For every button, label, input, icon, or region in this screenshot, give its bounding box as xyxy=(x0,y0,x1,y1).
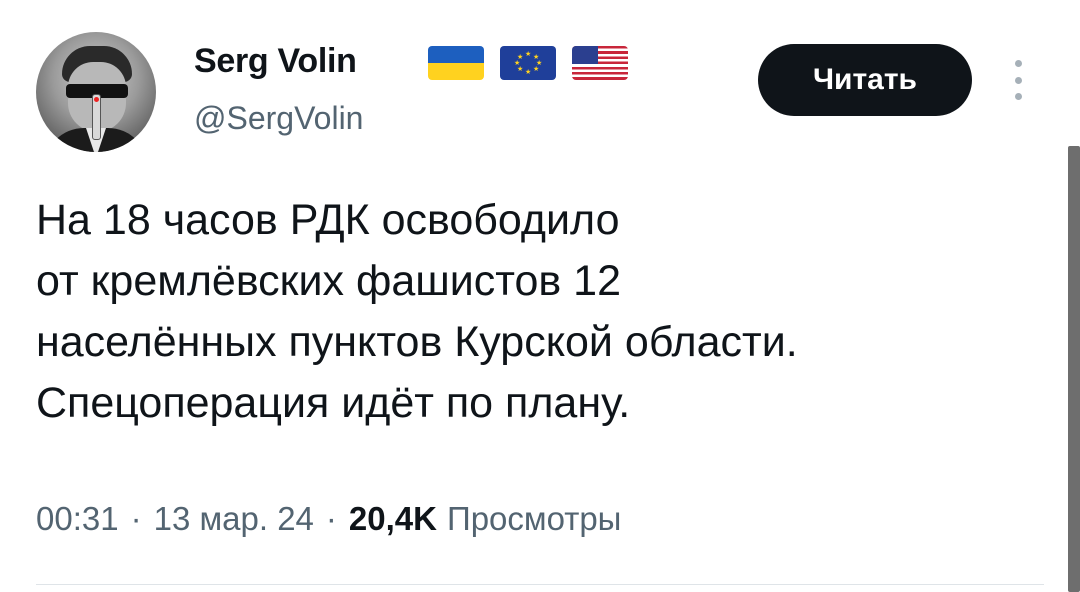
scrollbar[interactable] xyxy=(1068,146,1080,592)
tweet-text-line: от кремлёвских фашистов 12 xyxy=(36,257,622,305)
tweet-date[interactable]: 13 мар. 24 xyxy=(154,500,314,538)
more-options-icon[interactable] xyxy=(1006,60,1030,100)
tweet-text-line: Спецоперация идёт по плану. xyxy=(36,379,631,427)
avatar-device xyxy=(92,94,101,140)
tweet-card: Serg Volin ★ ★ ★ ★ ★ ★ ★ ★ @SergVolin Чи… xyxy=(0,0,1080,592)
flag-ukraine-icon xyxy=(428,46,484,80)
divider xyxy=(36,584,1044,585)
views-label: Просмотры xyxy=(446,500,622,537)
tweet-time[interactable]: 00:31 xyxy=(36,500,119,538)
flag-emojis: ★ ★ ★ ★ ★ ★ ★ ★ xyxy=(428,46,628,80)
avatar[interactable] xyxy=(36,32,156,152)
meta-separator: · xyxy=(130,500,142,537)
tweet-meta: 00:31 · 13 мар. 24 · 20,4K Просмотры xyxy=(36,500,621,538)
flag-european-union-icon: ★ ★ ★ ★ ★ ★ ★ ★ xyxy=(500,46,556,80)
meta-separator: · xyxy=(325,500,337,537)
views-count: 20,4K xyxy=(348,500,437,537)
tweet-text-line: На 18 часов РДК освободило xyxy=(36,196,620,244)
user-handle[interactable]: @SergVolin xyxy=(194,100,363,137)
tweet-text: На 18 часов РДК освободило от кремлёвски… xyxy=(36,190,1046,434)
tweet-text-line: населённых пунктов Курской области. xyxy=(36,318,798,366)
flag-us-canton xyxy=(572,46,598,64)
follow-button[interactable]: Читать xyxy=(758,44,972,116)
flag-united-states-icon xyxy=(572,46,628,80)
display-name[interactable]: Serg Volin xyxy=(194,42,357,81)
